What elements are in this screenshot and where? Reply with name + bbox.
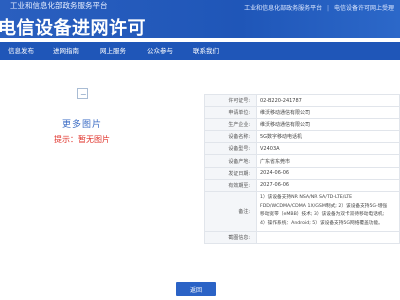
detail-value: 维沃移动通信有限公司	[256, 118, 400, 132]
nav-item-contact[interactable]: 联系我们	[193, 42, 219, 60]
image-placeholder-icon	[76, 88, 88, 99]
top-link-separator: |	[327, 5, 330, 12]
note-row: 备注: 1）该设备支持NR NSA/NR SA/TD-LTE/LTE FDD/WCD…	[204, 190, 400, 232]
image-panel: 更多图片 提示：暂无图片	[47, 88, 117, 158]
detail-value: 维沃移动通信有限公司	[256, 106, 400, 120]
extra-row: 截图信息:	[204, 230, 400, 244]
detail-row: 发证日期: 2024-06-06	[204, 166, 400, 180]
detail-row: 设备型号: V2403A	[204, 142, 400, 156]
detail-value: 2024-06-06	[256, 166, 400, 180]
site-title: 电信设备进网许可	[0, 18, 146, 38]
nav-item-online-service[interactable]: 网上服务	[100, 42, 126, 60]
extra-label: 截图信息:	[204, 230, 257, 244]
detail-row: 许可证号: 02-B220-241787	[204, 93, 400, 108]
detail-row: 有效期至: 2027-06-06	[204, 178, 400, 192]
top-link-platform[interactable]: 工业和信息化部政务服务平台	[244, 5, 322, 12]
note-line: 1）该设备支持NR NSA/NR SA/TD-LTE/LTE	[260, 195, 353, 201]
top-platform-title: 工业和信息化部政务服务平台	[10, 1, 108, 10]
detail-label: 设备名称:	[204, 130, 257, 144]
more-images-link[interactable]: 更多图片	[47, 117, 117, 130]
detail-label: 设备型号:	[204, 142, 257, 156]
detail-label: 申请单位:	[204, 106, 257, 120]
detail-label: 发证日期:	[204, 166, 257, 180]
detail-value: 02-B220-241787	[256, 93, 400, 108]
main-nav: 信息发布 进网指南 网上服务 公众参与 联系我们	[0, 42, 400, 60]
detail-label: 许可证号:	[204, 93, 257, 108]
detail-label: 生产企业:	[204, 118, 257, 132]
detail-row: 申请单位: 维沃移动通信有限公司	[204, 106, 400, 120]
detail-row: 生产企业: 维沃移动通信有限公司	[204, 118, 400, 132]
note-line: 移动宽带（eMBB）技术; 3）该设备为双卡双待移动电话机;	[260, 212, 385, 218]
nav-item-guide[interactable]: 进网指南	[53, 42, 79, 60]
detail-value: 5G数字移动电话机	[256, 130, 400, 144]
top-link-online-acceptance[interactable]: 电信设备许可网上受理	[334, 5, 394, 12]
device-detail-table: 许可证号: 02-B220-241787 申请单位: 维沃移动通信有限公司 生产企业: 维…	[204, 93, 400, 244]
detail-value: V2403A	[256, 142, 400, 156]
top-links: 工业和信息化部政务服务平台 | 电信设备许可网上受理	[241, 3, 394, 12]
note-line: FDD/WCDMA/CDMA 1X/GSM制式; 2）该设备支持5G-增强	[260, 203, 388, 209]
nav-item-public[interactable]: 公众参与	[147, 42, 173, 60]
detail-row: 设备产地: 广东省东莞市	[204, 154, 400, 168]
site-header: 工业和信息化部政务服务平台 工业和信息化部政务服务平台 | 电信设备许可网上受理…	[0, 0, 400, 38]
note-value: 1）该设备支持NR NSA/NR SA/TD-LTE/LTE FDD/WCDMA/…	[256, 190, 400, 232]
extra-value	[256, 230, 400, 244]
note-line: 4）操作系统：Android; 5）该设备支持5G网络覆盖功能。	[260, 220, 383, 226]
detail-label: 有效期至:	[204, 178, 257, 192]
detail-value: 2027-06-06	[256, 178, 400, 192]
note-label: 备注:	[204, 190, 257, 232]
detail-row: 设备名称: 5G数字移动电话机	[204, 130, 400, 144]
no-image-tip: 提示：暂无图片	[54, 135, 110, 144]
detail-value: 广东省东莞市	[256, 154, 400, 168]
back-button[interactable]: 返回	[176, 282, 216, 296]
detail-label: 设备产地:	[204, 154, 257, 168]
nav-item-info[interactable]: 信息发布	[8, 42, 34, 60]
